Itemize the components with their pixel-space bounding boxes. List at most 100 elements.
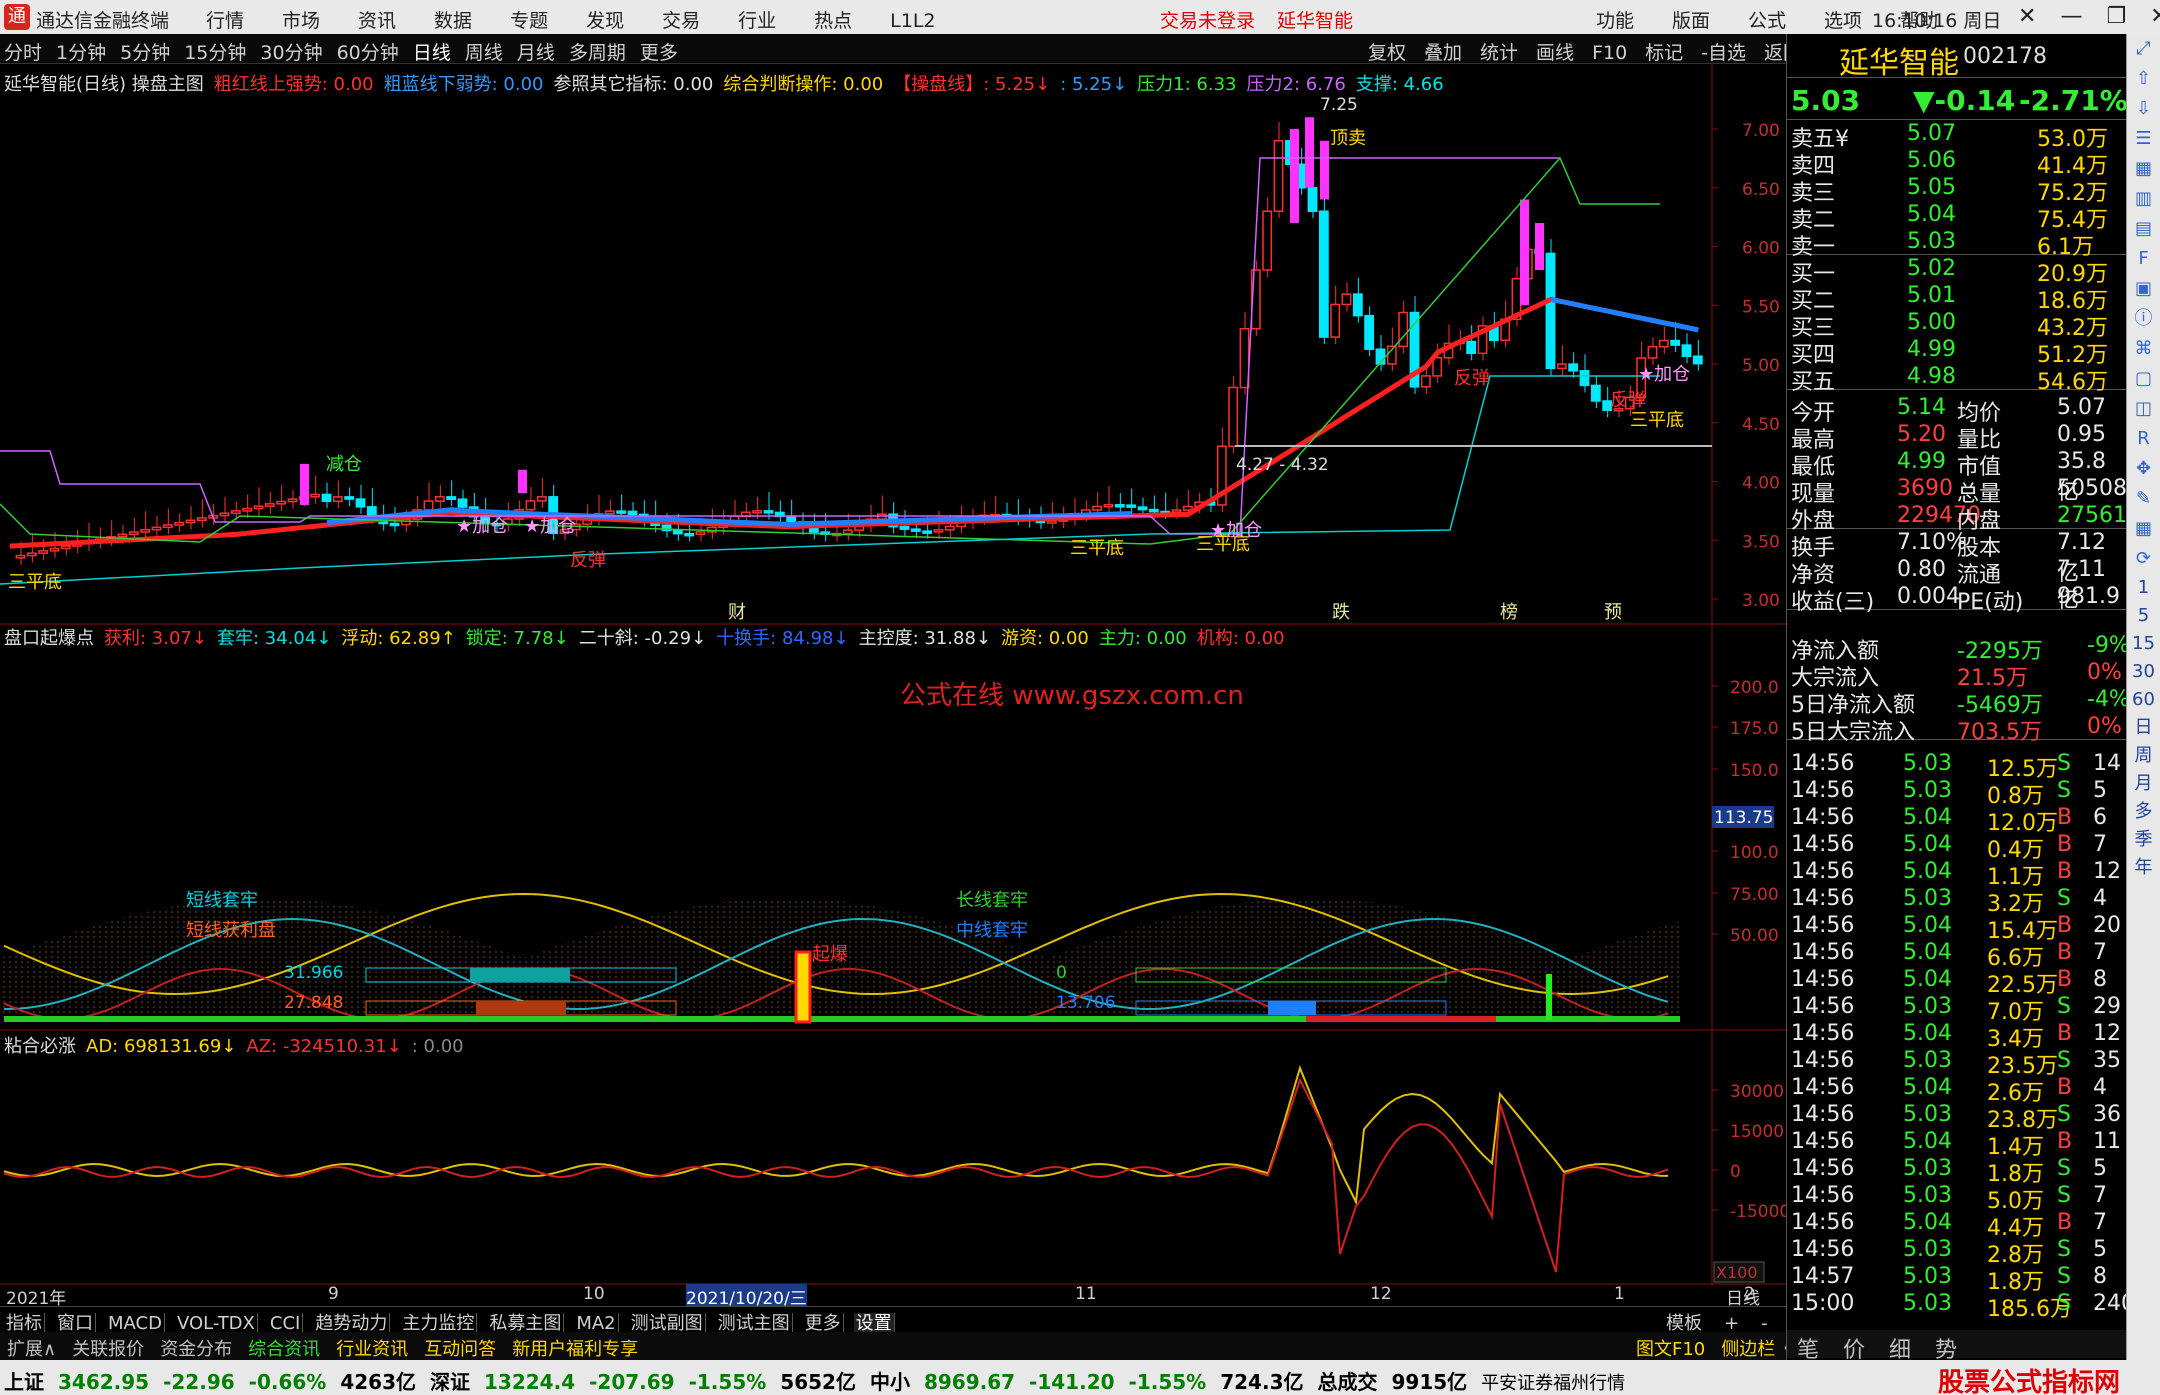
ext-right-1[interactable]: 侧边栏《 xyxy=(1721,1339,1786,1360)
menu-item-6[interactable]: 交易 xyxy=(662,10,700,32)
tool-button-4[interactable]: F10 xyxy=(1592,42,1627,63)
refresh-icon[interactable]: ⟳ xyxy=(2127,544,2160,574)
sidebar-period-2[interactable]: 15 xyxy=(2127,630,2160,658)
indicator-tab-1[interactable]: 窗口 xyxy=(55,1313,96,1332)
tool-button-1[interactable]: 叠加 xyxy=(1424,42,1462,63)
doc-icon[interactable]: ▣ xyxy=(2127,274,2160,304)
menu-item-1[interactable]: 市场 xyxy=(282,10,320,32)
period-tab-8[interactable]: 月线 xyxy=(517,42,555,63)
sidebar-period-5[interactable]: 日 xyxy=(2127,714,2160,742)
chart-area[interactable]: 7.00 6.50 6.00 5.50 5.00 4.50 4.00 3.50 3.00 7.25… xyxy=(0,64,1786,1286)
sidebar-period-1[interactable]: 5 xyxy=(2127,602,2160,630)
menu-item-9[interactable]: L1L2 xyxy=(890,10,935,32)
indicator-tab-8[interactable]: MA2 xyxy=(574,1313,619,1332)
sidebar-period-0[interactable]: 1 xyxy=(2127,574,2160,602)
period-tab-5[interactable]: 60分钟 xyxy=(337,42,399,63)
tool-button-3[interactable]: 画线 xyxy=(1536,42,1574,63)
template-ctl-2[interactable]: - xyxy=(1761,1313,1768,1332)
tool-button-6[interactable]: -自选 xyxy=(1701,42,1746,63)
sidebar-period-7[interactable]: 月 xyxy=(2127,770,2160,798)
indicator-tab-6[interactable]: 主力监控 xyxy=(400,1313,478,1332)
collapse-icon[interactable]: ⤢ xyxy=(2127,34,2160,64)
period-tab-2[interactable]: 5分钟 xyxy=(120,42,170,63)
period-tab-0[interactable]: 分时 xyxy=(4,42,42,63)
indicator-tab-5[interactable]: 趋势动力 xyxy=(313,1313,391,1332)
sidebar-period-10[interactable]: 年 xyxy=(2127,854,2160,882)
tool-button-2[interactable]: 统计 xyxy=(1480,42,1518,63)
right-menu-item-3[interactable]: 选项 xyxy=(1824,10,1862,32)
ext-tab-0[interactable]: 扩展∧ xyxy=(4,1339,59,1360)
menu-item-0[interactable]: 行情 xyxy=(206,10,244,32)
menu-item-3[interactable]: 数据 xyxy=(434,10,472,32)
chart-icon[interactable]: ▦ xyxy=(2127,154,2160,184)
alert-area[interactable]: 交易未登录 延华智能 xyxy=(1160,6,1375,33)
alert-item-1[interactable]: 延华智能 xyxy=(1277,10,1353,32)
panel-tab-2[interactable]: 细 xyxy=(1889,1332,1911,1364)
ext-tab-6[interactable]: 新用户福利专享 xyxy=(509,1339,641,1360)
template-ctl-0[interactable]: 模板 xyxy=(1666,1313,1702,1332)
close-icon[interactable]: ✕ xyxy=(2018,4,2036,29)
panel-tab-3[interactable]: 势 xyxy=(1935,1332,1957,1364)
arrow-up-icon[interactable]: ⇧ xyxy=(2127,64,2160,94)
period-tab-3[interactable]: 15分钟 xyxy=(184,42,246,63)
index-name-0[interactable]: 上证 xyxy=(4,1370,44,1394)
sidebar-period-9[interactable]: 季 xyxy=(2127,826,2160,854)
ext-right-0[interactable]: 图文F10 xyxy=(1636,1339,1705,1360)
indicator-tab-7[interactable]: 私募主图 xyxy=(487,1313,565,1332)
panel-tab-1[interactable]: 价 xyxy=(1843,1332,1865,1364)
tool-button-5[interactable]: 标记 xyxy=(1645,42,1683,63)
right-menu-item-2[interactable]: 公式 xyxy=(1748,10,1786,32)
sidebar-period-3[interactable]: 30 xyxy=(2127,658,2160,686)
ext-tab-4[interactable]: 行业资讯 xyxy=(333,1339,411,1360)
indicator-tab-0[interactable]: 指标 xyxy=(4,1313,45,1332)
sidebar-period-6[interactable]: 周 xyxy=(2127,742,2160,770)
bar-icon[interactable]: ▥ xyxy=(2127,184,2160,214)
period-tab-10[interactable]: 更多 xyxy=(640,42,678,63)
right-menu-item-0[interactable]: 功能 xyxy=(1596,10,1634,32)
minimize-icon[interactable]: — xyxy=(2060,4,2082,29)
pen-icon[interactable]: ✎ xyxy=(2127,484,2160,514)
ext-tab-1[interactable]: 关联报价 xyxy=(69,1339,147,1360)
sidebar-period-4[interactable]: 60 xyxy=(2127,686,2160,714)
menu-item-2[interactable]: 资讯 xyxy=(358,10,396,32)
menu-item-5[interactable]: 发现 xyxy=(586,10,624,32)
sidebar-period-8[interactable]: 多 xyxy=(2127,798,2160,826)
alert-item-0[interactable]: 交易未登录 xyxy=(1160,10,1255,32)
f10-icon[interactable]: F xyxy=(2127,244,2160,274)
menu-item-7[interactable]: 行业 xyxy=(738,10,776,32)
right-menu-item-1[interactable]: 版面 xyxy=(1672,10,1710,32)
indicator-tab-3[interactable]: VOL-TDX xyxy=(174,1313,258,1332)
index-name-1[interactable]: 深证 xyxy=(430,1370,470,1394)
menu-item-8[interactable]: 热点 xyxy=(814,10,852,32)
menu-item-4[interactable]: 专题 xyxy=(510,10,548,32)
indicator-tab-12[interactable]: 设置 xyxy=(853,1313,895,1332)
chart-canvas[interactable]: 7.00 6.50 6.00 5.50 5.00 4.50 4.00 3.50 3.00 7.25… xyxy=(0,64,1786,1286)
period-tab-7[interactable]: 周线 xyxy=(465,42,503,63)
rsi-icon[interactable]: R xyxy=(2127,424,2160,454)
link-icon[interactable]: ⌘ xyxy=(2127,334,2160,364)
indicator-tab-9[interactable]: 测试副图 xyxy=(628,1313,706,1332)
ext-tab-5[interactable]: 互动问答 xyxy=(421,1339,499,1360)
index-name-2[interactable]: 中小 xyxy=(870,1370,910,1394)
chart2-icon[interactable]: ◫ xyxy=(2127,394,2160,424)
period-tab-6[interactable]: 日线 xyxy=(413,42,451,63)
info-icon[interactable]: ⓘ xyxy=(2127,304,2160,334)
period-tab-1[interactable]: 1分钟 xyxy=(56,42,106,63)
template-ctl-1[interactable]: + xyxy=(1724,1313,1739,1332)
indicator-tab-4[interactable]: CCI xyxy=(267,1313,304,1332)
grid-icon[interactable]: ▤ xyxy=(2127,214,2160,244)
indicator-tab-10[interactable]: 测试主图 xyxy=(715,1313,793,1332)
period-tab-4[interactable]: 30分钟 xyxy=(260,42,322,63)
tool-button-7[interactable]: 返回 xyxy=(1764,42,1786,63)
ext-tab-2[interactable]: 资金分布 xyxy=(157,1339,235,1360)
tool-button-0[interactable]: 复权 xyxy=(1368,42,1406,63)
restore-icon[interactable]: ❐ xyxy=(2106,4,2126,29)
ext-tab-3[interactable]: 综合资讯 xyxy=(245,1339,323,1360)
indicator-tab-2[interactable]: MACD xyxy=(106,1313,165,1332)
period-tab-9[interactable]: 多周期 xyxy=(569,42,626,63)
fs2-icon[interactable]: ▦ xyxy=(2127,514,2160,544)
arrow-down-icon[interactable]: ⇩ xyxy=(2127,94,2160,124)
close-window-icon[interactable]: ✕ xyxy=(2150,4,2160,29)
indicator-tab-11[interactable]: 更多 xyxy=(802,1313,844,1332)
move-icon[interactable]: ✥ xyxy=(2127,454,2160,484)
